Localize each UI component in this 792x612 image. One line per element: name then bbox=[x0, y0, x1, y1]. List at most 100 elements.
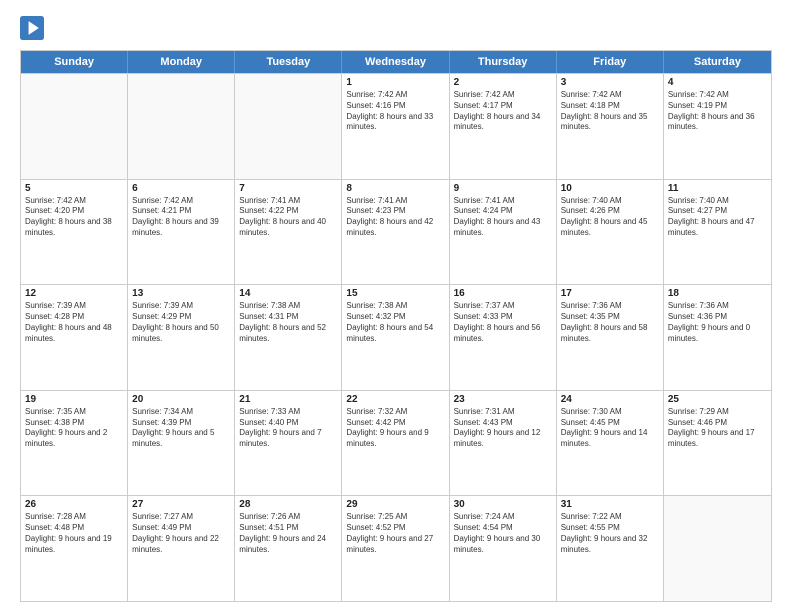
cal-cell: 26 Sunrise: 7:28 AMSunset: 4:48 PMDayligh… bbox=[21, 496, 128, 601]
cal-cell: 24 Sunrise: 7:30 AMSunset: 4:45 PMDayligh… bbox=[557, 391, 664, 496]
day-number: 24 bbox=[561, 394, 659, 405]
cal-cell: 13 Sunrise: 7:39 AMSunset: 4:29 PMDayligh… bbox=[128, 285, 235, 390]
cell-info: Sunrise: 7:38 AMSunset: 4:31 PMDaylight:… bbox=[239, 301, 337, 344]
day-number: 5 bbox=[25, 183, 123, 194]
day-number: 17 bbox=[561, 288, 659, 299]
cal-cell bbox=[664, 496, 771, 601]
cal-cell: 4 Sunrise: 7:42 AMSunset: 4:19 PMDaylight… bbox=[664, 74, 771, 179]
cell-info: Sunrise: 7:40 AMSunset: 4:26 PMDaylight:… bbox=[561, 196, 659, 239]
day-number: 14 bbox=[239, 288, 337, 299]
cell-info: Sunrise: 7:41 AMSunset: 4:22 PMDaylight:… bbox=[239, 196, 337, 239]
cell-info: Sunrise: 7:42 AMSunset: 4:16 PMDaylight:… bbox=[346, 90, 444, 133]
cell-info: Sunrise: 7:26 AMSunset: 4:51 PMDaylight:… bbox=[239, 512, 337, 555]
day-number: 22 bbox=[346, 394, 444, 405]
day-number: 25 bbox=[668, 394, 767, 405]
cal-cell: 21 Sunrise: 7:33 AMSunset: 4:40 PMDayligh… bbox=[235, 391, 342, 496]
cell-info: Sunrise: 7:42 AMSunset: 4:18 PMDaylight:… bbox=[561, 90, 659, 133]
logo-icon bbox=[20, 16, 44, 40]
cell-info: Sunrise: 7:39 AMSunset: 4:29 PMDaylight:… bbox=[132, 301, 230, 344]
day-number: 6 bbox=[132, 183, 230, 194]
header-day-thursday: Thursday bbox=[450, 51, 557, 73]
cal-cell: 11Sunrise: 7:40 AMSunset: 4:27 PMDayligh… bbox=[664, 180, 771, 285]
cal-cell bbox=[235, 74, 342, 179]
cell-info: Sunrise: 7:30 AMSunset: 4:45 PMDaylight:… bbox=[561, 407, 659, 450]
cal-cell: 27 Sunrise: 7:27 AMSunset: 4:49 PMDayligh… bbox=[128, 496, 235, 601]
cell-info: Sunrise: 7:39 AMSunset: 4:28 PMDaylight:… bbox=[25, 301, 123, 344]
cell-info: Sunrise: 7:40 AMSunset: 4:27 PMDaylight:… bbox=[668, 196, 767, 239]
day-number: 1 bbox=[346, 77, 444, 88]
cell-info: Sunrise: 7:33 AMSunset: 4:40 PMDaylight:… bbox=[239, 407, 337, 450]
logo bbox=[20, 16, 48, 40]
cell-info: Sunrise: 7:35 AMSunset: 4:38 PMDaylight:… bbox=[25, 407, 123, 450]
cal-cell: 19 Sunrise: 7:35 AMSunset: 4:38 PMDayligh… bbox=[21, 391, 128, 496]
cell-info: Sunrise: 7:27 AMSunset: 4:49 PMDaylight:… bbox=[132, 512, 230, 555]
cal-cell: 29Sunrise: 7:25 AMSunset: 4:52 PMDayligh… bbox=[342, 496, 449, 601]
day-number: 4 bbox=[668, 77, 767, 88]
day-number: 18 bbox=[668, 288, 767, 299]
cal-cell: 16 Sunrise: 7:37 AMSunset: 4:33 PMDayligh… bbox=[450, 285, 557, 390]
cal-cell: 22Sunrise: 7:32 AMSunset: 4:42 PMDayligh… bbox=[342, 391, 449, 496]
day-number: 27 bbox=[132, 499, 230, 510]
cell-info: Sunrise: 7:31 AMSunset: 4:43 PMDaylight:… bbox=[454, 407, 552, 450]
day-number: 3 bbox=[561, 77, 659, 88]
day-number: 31 bbox=[561, 499, 659, 510]
day-number: 30 bbox=[454, 499, 552, 510]
cell-info: Sunrise: 7:24 AMSunset: 4:54 PMDaylight:… bbox=[454, 512, 552, 555]
cal-cell: 23 Sunrise: 7:31 AMSunset: 4:43 PMDayligh… bbox=[450, 391, 557, 496]
cal-cell: 31Sunrise: 7:22 AMSunset: 4:55 PMDayligh… bbox=[557, 496, 664, 601]
day-number: 15 bbox=[346, 288, 444, 299]
cal-cell: 15 Sunrise: 7:38 AMSunset: 4:32 PMDayligh… bbox=[342, 285, 449, 390]
day-number: 29 bbox=[346, 499, 444, 510]
cell-info: Sunrise: 7:42 AMSunset: 4:17 PMDaylight:… bbox=[454, 90, 552, 133]
cell-info: Sunrise: 7:41 AMSunset: 4:24 PMDaylight:… bbox=[454, 196, 552, 239]
cal-cell: 28Sunrise: 7:26 AMSunset: 4:51 PMDayligh… bbox=[235, 496, 342, 601]
day-number: 2 bbox=[454, 77, 552, 88]
cal-cell bbox=[128, 74, 235, 179]
day-number: 16 bbox=[454, 288, 552, 299]
cell-info: Sunrise: 7:42 AMSunset: 4:19 PMDaylight:… bbox=[668, 90, 767, 133]
cal-cell: 2 Sunrise: 7:42 AMSunset: 4:17 PMDaylight… bbox=[450, 74, 557, 179]
cal-cell: 14 Sunrise: 7:38 AMSunset: 4:31 PMDayligh… bbox=[235, 285, 342, 390]
header-day-monday: Monday bbox=[128, 51, 235, 73]
calendar-header-row: SundayMondayTuesdayWednesdayThursdayFrid… bbox=[21, 51, 771, 73]
cal-cell: 1 Sunrise: 7:42 AMSunset: 4:16 PMDaylight… bbox=[342, 74, 449, 179]
cal-week-3: 12 Sunrise: 7:39 AMSunset: 4:28 PMDayligh… bbox=[21, 284, 771, 390]
cell-info: Sunrise: 7:42 AMSunset: 4:20 PMDaylight:… bbox=[25, 196, 123, 239]
day-number: 8 bbox=[346, 183, 444, 194]
header-day-wednesday: Wednesday bbox=[342, 51, 449, 73]
day-number: 10 bbox=[561, 183, 659, 194]
page: SundayMondayTuesdayWednesdayThursdayFrid… bbox=[0, 0, 792, 612]
cell-info: Sunrise: 7:38 AMSunset: 4:32 PMDaylight:… bbox=[346, 301, 444, 344]
day-number: 23 bbox=[454, 394, 552, 405]
cal-week-1: 1 Sunrise: 7:42 AMSunset: 4:16 PMDaylight… bbox=[21, 73, 771, 179]
cell-info: Sunrise: 7:41 AMSunset: 4:23 PMDaylight:… bbox=[346, 196, 444, 239]
cal-cell bbox=[21, 74, 128, 179]
cal-cell: 17 Sunrise: 7:36 AMSunset: 4:35 PMDayligh… bbox=[557, 285, 664, 390]
cal-cell: 9 Sunrise: 7:41 AMSunset: 4:24 PMDaylight… bbox=[450, 180, 557, 285]
day-number: 26 bbox=[25, 499, 123, 510]
cal-cell: 8 Sunrise: 7:41 AMSunset: 4:23 PMDaylight… bbox=[342, 180, 449, 285]
cell-info: Sunrise: 7:36 AMSunset: 4:35 PMDaylight:… bbox=[561, 301, 659, 344]
cal-cell: 12 Sunrise: 7:39 AMSunset: 4:28 PMDayligh… bbox=[21, 285, 128, 390]
header-day-saturday: Saturday bbox=[664, 51, 771, 73]
day-number: 19 bbox=[25, 394, 123, 405]
cal-cell: 5 Sunrise: 7:42 AMSunset: 4:20 PMDaylight… bbox=[21, 180, 128, 285]
cal-cell: 25Sunrise: 7:29 AMSunset: 4:46 PMDayligh… bbox=[664, 391, 771, 496]
day-number: 9 bbox=[454, 183, 552, 194]
header-day-tuesday: Tuesday bbox=[235, 51, 342, 73]
header bbox=[20, 16, 772, 40]
header-day-sunday: Sunday bbox=[21, 51, 128, 73]
cal-week-2: 5 Sunrise: 7:42 AMSunset: 4:20 PMDaylight… bbox=[21, 179, 771, 285]
cell-info: Sunrise: 7:37 AMSunset: 4:33 PMDaylight:… bbox=[454, 301, 552, 344]
day-number: 21 bbox=[239, 394, 337, 405]
calendar: SundayMondayTuesdayWednesdayThursdayFrid… bbox=[20, 50, 772, 602]
cell-info: Sunrise: 7:34 AMSunset: 4:39 PMDaylight:… bbox=[132, 407, 230, 450]
day-number: 12 bbox=[25, 288, 123, 299]
cell-info: Sunrise: 7:28 AMSunset: 4:48 PMDaylight:… bbox=[25, 512, 123, 555]
cal-week-4: 19 Sunrise: 7:35 AMSunset: 4:38 PMDayligh… bbox=[21, 390, 771, 496]
cal-cell: 10 Sunrise: 7:40 AMSunset: 4:26 PMDayligh… bbox=[557, 180, 664, 285]
day-number: 13 bbox=[132, 288, 230, 299]
day-number: 20 bbox=[132, 394, 230, 405]
cal-cell: 7Sunrise: 7:41 AMSunset: 4:22 PMDaylight… bbox=[235, 180, 342, 285]
cal-cell: 18Sunrise: 7:36 AMSunset: 4:36 PMDayligh… bbox=[664, 285, 771, 390]
